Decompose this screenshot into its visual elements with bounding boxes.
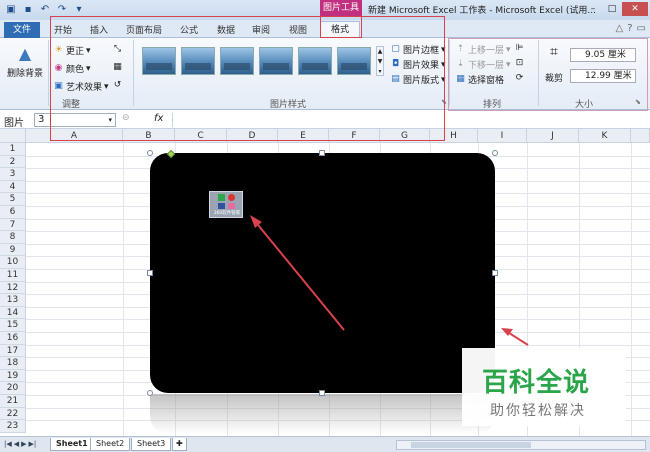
arrow-to-cutout	[253, 219, 345, 331]
watermark: 百科全说 助你轻松解决	[462, 348, 626, 426]
watermark-title: 百科全说	[482, 368, 591, 398]
watermark-subtitle: 助你轻松解决	[490, 403, 586, 419]
